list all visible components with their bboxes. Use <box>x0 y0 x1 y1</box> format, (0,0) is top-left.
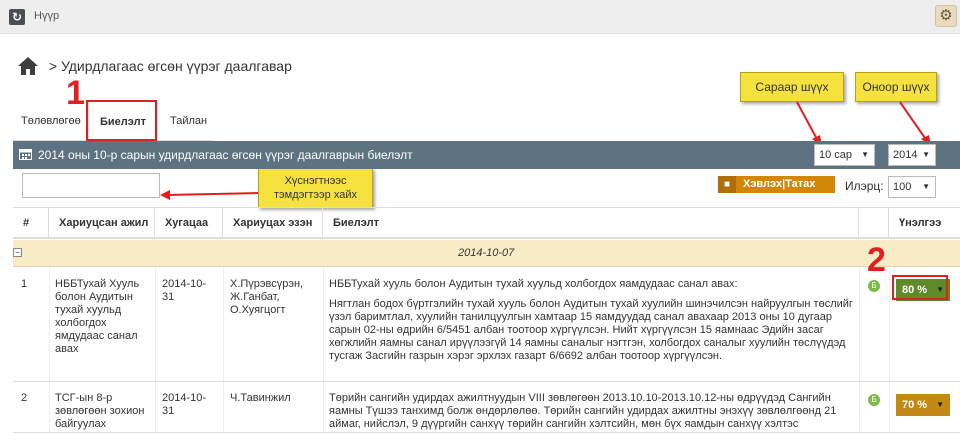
year-select[interactable]: 2014 ▼ <box>888 144 936 166</box>
group-date: 2014-10-07 <box>458 247 515 259</box>
group-row: − 2014-10-07 <box>13 240 960 267</box>
panel-title: 2014 оны 10-р сарын удирдлагаас өгсөн үү… <box>38 148 413 162</box>
table-header: # Хариуцсан ажил Хугацаа Хариуцах эзэн Б… <box>13 207 960 239</box>
column-divider <box>49 382 50 432</box>
column-divider <box>323 382 324 432</box>
calendar-icon <box>19 148 32 160</box>
execution-title: Төрийн сангийн удирдах ажилтнуудын VIII … <box>329 392 837 430</box>
month-select[interactable]: 10 сар ▼ <box>814 144 875 166</box>
column-header-task[interactable]: Хариуцсан ажил <box>49 208 155 238</box>
task-name: НББТухай Хууль болон Аудитын тухай хууль… <box>55 278 140 355</box>
gear-icon[interactable]: ⚙ <box>935 5 957 27</box>
collapse-icon[interactable]: − <box>13 248 22 257</box>
page-size-value: 100 <box>893 181 912 193</box>
callout-month-filter: Сараар шүүх <box>740 72 844 102</box>
execution-text: Төрийн сангийн удирдах ажилтнуудын VIII … <box>329 392 853 432</box>
column-header-number[interactable]: # <box>13 208 49 238</box>
year-select-value: 2014 <box>893 149 918 161</box>
column-divider <box>223 382 224 432</box>
column-divider <box>49 268 50 381</box>
breadcrumb: > Удирдлагаас өгсөн үүрэг даалгавар <box>17 56 292 80</box>
column-divider <box>155 382 156 432</box>
table-row: 1 НББТухай Хууль болон Аудитын тухай хуу… <box>13 268 960 382</box>
task-name: ТСГ-ын 8-р зөвлөгөөн зохион байгуулах <box>55 392 145 430</box>
execution-title: НББТухай хууль болон Аудитын тухай хууль… <box>329 278 738 290</box>
breadcrumb-title: > Удирдлагаас өгсөн үүрэг даалгавар <box>48 58 292 74</box>
column-header-rating[interactable]: Үнэлгээ <box>889 208 960 238</box>
page-size-label: Илэрц: <box>845 179 884 193</box>
month-select-value: 10 сар <box>819 149 853 161</box>
file-icon: ■ <box>718 176 736 193</box>
table-toolbar: ■ Хэвлэх|Татах Илэрц: <box>13 169 960 205</box>
refresh-icon[interactable]: ↻ <box>9 9 25 25</box>
highlight-box-rating <box>892 275 948 300</box>
column-divider <box>859 268 860 381</box>
column-divider <box>889 268 890 381</box>
status-badge: Б <box>868 394 880 406</box>
column-header-status <box>859 208 889 238</box>
row-number: 1 <box>21 278 28 290</box>
step-number-2: 2 <box>867 241 886 279</box>
column-divider <box>223 268 224 381</box>
column-divider <box>859 382 860 432</box>
tab-report[interactable]: Тайлан <box>162 101 220 141</box>
top-bar: ↻ Нүүр ⚙ <box>0 0 960 34</box>
home-link[interactable]: Нүүр <box>34 10 59 22</box>
home-icon[interactable] <box>17 56 39 76</box>
page-size-select[interactable]: 100 ▼ <box>888 176 936 198</box>
due-date: 2014-10-31 <box>162 392 207 417</box>
rating-select[interactable]: 70 % ▼ <box>896 394 950 416</box>
chevron-down-icon: ▼ <box>922 150 930 159</box>
execution-text: НББТухай хууль болон Аудитын тухай хууль… <box>329 278 853 370</box>
export-button-label: Хэвлэх|Татах <box>743 178 816 190</box>
due-date: 2014-10-31 <box>162 278 207 303</box>
callout-year-filter: Оноор шүүх <box>855 72 937 102</box>
column-divider <box>155 268 156 381</box>
column-header-execution[interactable]: Биелэлт <box>323 208 859 238</box>
chevron-down-icon: ▼ <box>936 400 944 409</box>
step-number-1: 1 <box>66 74 85 112</box>
status-badge: Б <box>868 280 880 292</box>
responsible-person: Х.Пүрэвсүрэн, Ж.Ганбат, О.Хуягцогт <box>230 278 304 316</box>
chevron-down-icon: ▼ <box>861 150 869 159</box>
column-header-responsible[interactable]: Хариуцах эзэн <box>223 208 323 238</box>
row-number: 2 <box>21 392 28 404</box>
export-button[interactable]: ■ Хэвлэх|Татах <box>718 176 835 193</box>
highlight-box-tab <box>86 100 157 141</box>
execution-body: Нягтлан бодох бүртгэлийн тухай хууль бол… <box>329 298 853 362</box>
rating-value: 70 % <box>902 399 928 411</box>
column-header-due[interactable]: Хугацаа <box>155 208 223 238</box>
column-divider <box>889 382 890 432</box>
table-row: 2 ТСГ-ын 8-р зөвлөгөөн зохион байгуулах … <box>13 382 960 433</box>
chevron-down-icon: ▼ <box>922 182 930 191</box>
responsible-person: Ч.Тавинжил <box>230 392 291 404</box>
search-input[interactable] <box>22 173 160 198</box>
